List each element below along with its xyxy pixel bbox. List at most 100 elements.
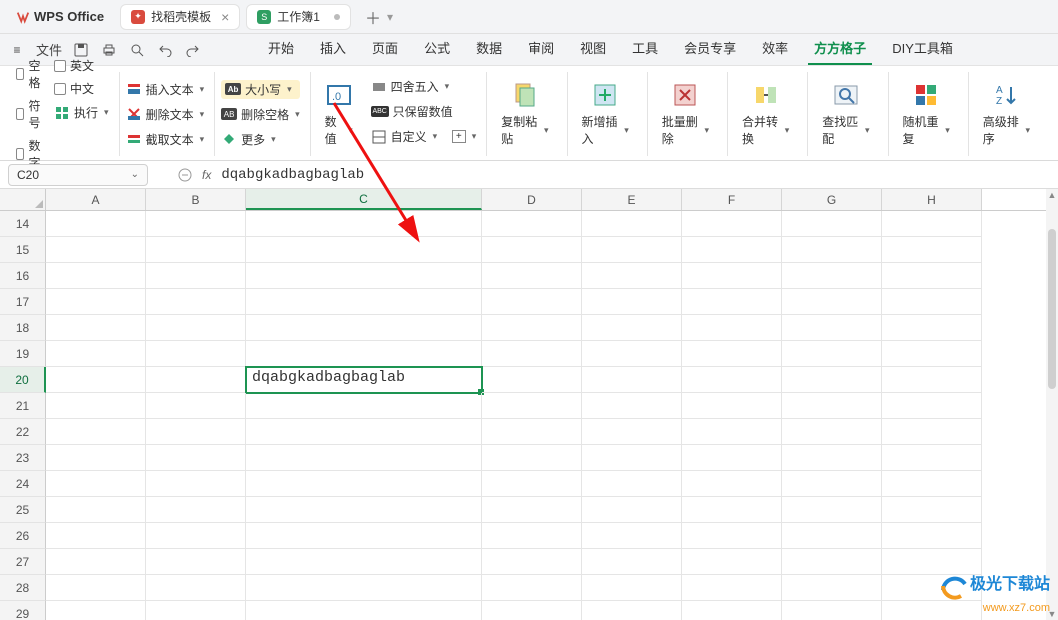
cell-E19[interactable]	[582, 341, 682, 367]
menu-fanggezi[interactable]: 方方格子	[808, 34, 872, 65]
col-E[interactable]: E	[582, 189, 682, 210]
cell-D29[interactable]	[482, 601, 582, 620]
menu-efficiency[interactable]: 效率	[756, 34, 794, 65]
menu-page[interactable]: 页面	[366, 34, 404, 65]
cell-G16[interactable]	[782, 263, 882, 289]
cell-A21[interactable]	[46, 393, 146, 419]
chk-chinese[interactable]: 中文	[54, 80, 109, 97]
btn-delete-text[interactable]: 删除文本▾	[126, 105, 205, 124]
cell-B24[interactable]	[146, 471, 246, 497]
cell-F22[interactable]	[682, 419, 782, 445]
menu-data[interactable]: 数据	[470, 34, 508, 65]
cell-B29[interactable]	[146, 601, 246, 620]
cell-A16[interactable]	[46, 263, 146, 289]
tab-workbook[interactable]: S 工作簿1	[246, 4, 351, 30]
cell-C18[interactable]	[246, 315, 482, 341]
btn-round[interactable]: 四舍五入▾	[371, 77, 477, 96]
rowhead-23[interactable]: 23	[0, 445, 46, 471]
select-all-corner[interactable]	[0, 189, 46, 210]
rowhead-28[interactable]: 28	[0, 575, 46, 601]
cell-D25[interactable]	[482, 497, 582, 523]
cell-G19[interactable]	[782, 341, 882, 367]
cell-B28[interactable]	[146, 575, 246, 601]
cell-C14[interactable]	[246, 211, 482, 237]
cell-F16[interactable]	[682, 263, 782, 289]
chk-blank[interactable]: 空格	[16, 57, 44, 91]
save-icon[interactable]	[72, 41, 90, 59]
col-F[interactable]: F	[682, 189, 782, 210]
cell-F29[interactable]	[682, 601, 782, 620]
cell-F18[interactable]	[682, 315, 782, 341]
cell-E22[interactable]	[582, 419, 682, 445]
cell-D22[interactable]	[482, 419, 582, 445]
cell-C27[interactable]	[246, 549, 482, 575]
redo-icon[interactable]	[184, 41, 202, 59]
cell-D26[interactable]	[482, 523, 582, 549]
tab-template[interactable]: ✦ 找稻壳模板 ×	[120, 4, 240, 30]
rowhead-20[interactable]: 20	[0, 367, 46, 393]
cell-B16[interactable]	[146, 263, 246, 289]
cell-B15[interactable]	[146, 237, 246, 263]
cell-F24[interactable]	[682, 471, 782, 497]
rowhead-17[interactable]: 17	[0, 289, 46, 315]
cell-H20[interactable]	[882, 367, 982, 393]
cell-G17[interactable]	[782, 289, 882, 315]
cell-G22[interactable]	[782, 419, 882, 445]
cell-A15[interactable]	[46, 237, 146, 263]
cell-B25[interactable]	[146, 497, 246, 523]
cell-B22[interactable]	[146, 419, 246, 445]
cell-G14[interactable]	[782, 211, 882, 237]
btn-keepnum[interactable]: ABC只保留数值	[371, 102, 477, 121]
btn-insert-text[interactable]: 插入文本▾	[126, 80, 205, 99]
cell-F14[interactable]	[682, 211, 782, 237]
cell-B26[interactable]	[146, 523, 246, 549]
rowhead-27[interactable]: 27	[0, 549, 46, 575]
cell-F27[interactable]	[682, 549, 782, 575]
cell-C26[interactable]	[246, 523, 482, 549]
cell-F20[interactable]	[682, 367, 782, 393]
cell-E23[interactable]	[582, 445, 682, 471]
btn-batchdel[interactable]: 批量删除▾	[654, 77, 717, 151]
cell-E21[interactable]	[582, 393, 682, 419]
rowhead-21[interactable]: 21	[0, 393, 46, 419]
cell-D27[interactable]	[482, 549, 582, 575]
rowhead-16[interactable]: 16	[0, 263, 46, 289]
cell-C15[interactable]	[246, 237, 482, 263]
cell-F26[interactable]	[682, 523, 782, 549]
cell-C20[interactable]: dqabgkadbagbaglab	[246, 367, 482, 393]
tab-close-icon[interactable]: ×	[221, 10, 229, 24]
cell-A19[interactable]	[46, 341, 146, 367]
cell-C29[interactable]	[246, 601, 482, 620]
cell-G20[interactable]	[782, 367, 882, 393]
cell-G15[interactable]	[782, 237, 882, 263]
cell-H18[interactable]	[882, 315, 982, 341]
btn-custom[interactable]: 自定义▾ +▾	[371, 127, 477, 146]
btn-more[interactable]: 更多▾	[221, 130, 300, 149]
cell-F21[interactable]	[682, 393, 782, 419]
cell-C16[interactable]	[246, 263, 482, 289]
menu-formula[interactable]: 公式	[418, 34, 456, 65]
col-C[interactable]: C	[246, 189, 482, 210]
cell-B20[interactable]	[146, 367, 246, 393]
cell-D23[interactable]	[482, 445, 582, 471]
cell-E18[interactable]	[582, 315, 682, 341]
cancel-icon[interactable]	[178, 168, 192, 182]
cell-A24[interactable]	[46, 471, 146, 497]
cell-F15[interactable]	[682, 237, 782, 263]
menu-member[interactable]: 会员专享	[678, 34, 742, 65]
cell-D20[interactable]	[482, 367, 582, 393]
cell-E14[interactable]	[582, 211, 682, 237]
btn-sort[interactable]: AZ高级排序▾	[975, 77, 1038, 151]
rowhead-25[interactable]: 25	[0, 497, 46, 523]
cell-F23[interactable]	[682, 445, 782, 471]
cell-D16[interactable]	[482, 263, 582, 289]
cell-B21[interactable]	[146, 393, 246, 419]
btn-find[interactable]: 查找匹配▾	[814, 77, 877, 151]
cell-D19[interactable]	[482, 341, 582, 367]
scroll-up-icon[interactable]: ▲	[1046, 189, 1058, 201]
cell-H24[interactable]	[882, 471, 982, 497]
col-A[interactable]: A	[46, 189, 146, 210]
cell-A18[interactable]	[46, 315, 146, 341]
btn-extract-text[interactable]: 截取文本▾	[126, 130, 205, 149]
cell-H19[interactable]	[882, 341, 982, 367]
